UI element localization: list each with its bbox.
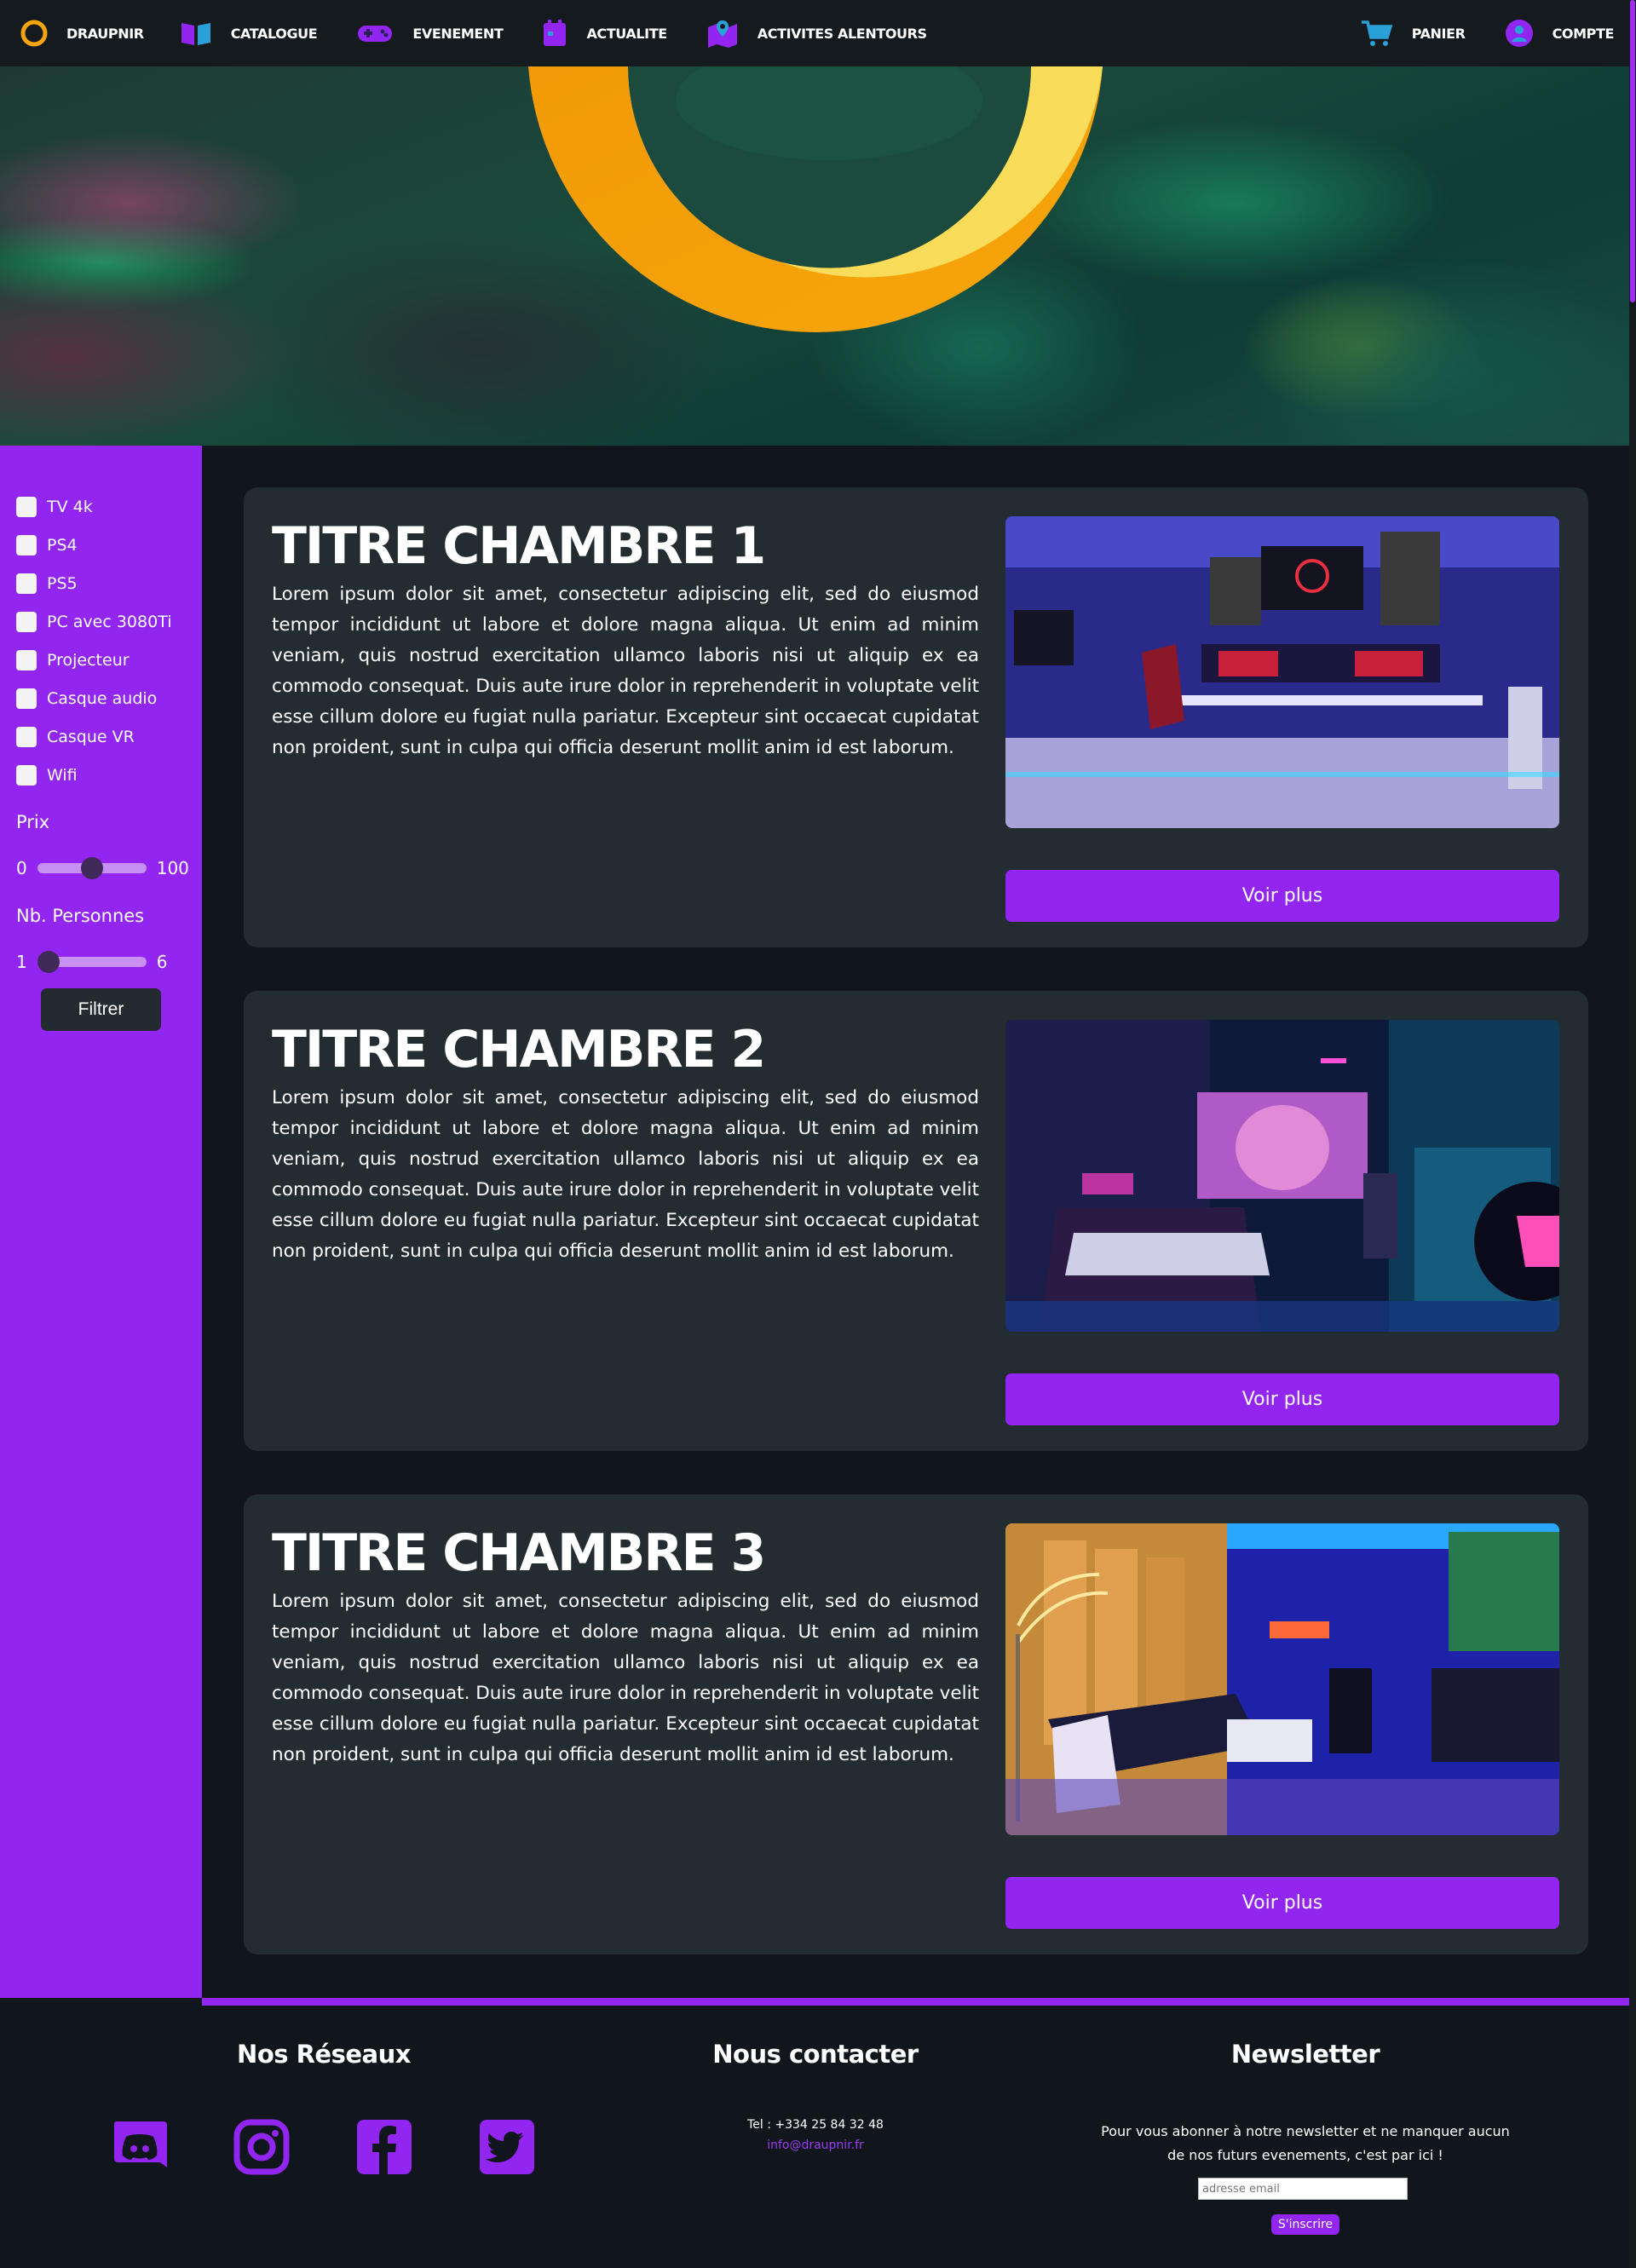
hero-ring-logo (528, 66, 1103, 333)
room-card-2: TITRE CHAMBRE 2 Lorem ipsum dolor sit am… (244, 991, 1588, 1451)
contact-phone: Tel : +334 25 84 32 48 (747, 2118, 884, 2132)
nav-actualite-label: ACTUALITE (586, 25, 667, 42)
newsletter-text-line2: de nos futurs evenements, c'est par ici … (1167, 2147, 1443, 2163)
hero-banner (0, 66, 1629, 446)
newsletter-email-input[interactable] (1198, 2178, 1408, 2200)
price-max: 100 (156, 858, 189, 878)
facebook-icon[interactable] (355, 2118, 413, 2176)
persons-min: 1 (16, 952, 27, 972)
nav-catalogue[interactable]: CATALOGUE (180, 20, 318, 47)
gamepad-icon (358, 26, 393, 42)
subscribe-button[interactable]: S'inscrire (1271, 2214, 1339, 2235)
footer: Nos Réseaux Nous contacter Newsletter Te… (0, 2006, 1629, 2268)
nav-brand-label: DRAUPNIR (66, 25, 144, 42)
book-icon (181, 23, 210, 45)
checkbox-wifi[interactable] (16, 765, 37, 786)
price-range: 0 100 (16, 857, 189, 879)
persons-heading: Nb. Personnes (16, 906, 145, 926)
checkbox-ps5[interactable] (16, 573, 37, 594)
see-more-button[interactable]: Voir plus (1005, 870, 1559, 922)
persons-slider-handle[interactable] (37, 951, 60, 973)
room-description: Lorem ipsum dolor sit amet, consectetur … (272, 1087, 979, 1262)
filter-ps4[interactable]: PS4 (16, 535, 78, 555)
contact-email-link[interactable]: info@draupnir.fr (688, 2138, 943, 2152)
filter-pc3080[interactable]: PC avec 3080Ti (16, 612, 171, 632)
room-card-3: TITRE CHAMBRE 3 Lorem ipsum dolor sit am… (244, 1494, 1588, 1954)
price-slider-handle[interactable] (80, 857, 103, 879)
filter-label-projecteur: Projecteur (47, 651, 130, 670)
footer-accent-bar (202, 1998, 1629, 2006)
nav-evenement-label: EVENEMENT (412, 25, 504, 42)
price-min: 0 (16, 858, 27, 878)
room-description: Lorem ipsum dolor sit amet, consectetur … (272, 1591, 979, 1765)
price-slider[interactable] (37, 857, 147, 879)
map-pin-icon (707, 20, 737, 48)
filter-label-ps4: PS4 (47, 536, 78, 555)
nav-alentours-label: ACTIVITES ALENTOURS (757, 25, 927, 42)
nav-home[interactable]: DRAUPNIR (19, 18, 144, 49)
scrollbar-thumb[interactable] (1630, 0, 1635, 302)
persons-max: 6 (156, 952, 168, 972)
networks-title: Nos Réseaux (237, 2040, 411, 2069)
price-heading: Prix (16, 812, 50, 832)
nav-catalogue-label: CATALOGUE (230, 25, 318, 42)
checkbox-tv4k[interactable] (16, 497, 37, 517)
instagram-icon[interactable] (233, 2118, 291, 2176)
checkbox-casque-audio[interactable] (16, 688, 37, 709)
filter-label-wifi: Wifi (47, 766, 78, 785)
filter-tv4k[interactable]: TV 4k (16, 497, 93, 517)
filter-casque-audio[interactable]: Casque audio (16, 688, 157, 709)
newsletter-text-line1: Pour vous abonner à notre newsletter et … (1101, 2123, 1510, 2139)
discord-icon[interactable] (111, 2118, 169, 2176)
twitter-icon[interactable] (478, 2118, 536, 2176)
newsletter-title: Newsletter (1230, 2040, 1380, 2069)
cart-icon (1361, 20, 1393, 46)
filter-label-pc3080: PC avec 3080Ti (47, 613, 172, 631)
ring-logo-icon (20, 20, 48, 47)
nav-right-group: PANIER COMPTE (1340, 19, 1629, 48)
checkbox-ps4[interactable] (16, 535, 37, 555)
filter-casque-vr[interactable]: Casque VR (16, 727, 135, 747)
room-photo-illustration (1005, 1523, 1559, 1835)
newsletter-text: Pour vous abonner à notre newsletter et … (1050, 2120, 1561, 2167)
nav-evenement[interactable]: EVENEMENT (356, 21, 504, 45)
see-more-button[interactable]: Voir plus (1005, 1877, 1559, 1929)
checkbox-projecteur[interactable] (16, 650, 37, 671)
filter-label-ps5: PS5 (47, 574, 78, 593)
persons-slider[interactable] (37, 951, 147, 973)
room-photo-illustration (1005, 516, 1559, 828)
page-scrollbar[interactable] (1629, 0, 1636, 2268)
room-card-1: TITRE CHAMBRE 1 Lorem ipsum dolor sit am… (244, 487, 1588, 947)
filter-sidebar: TV 4k PS4 PS5 PC avec 3080Ti Projecteur … (0, 446, 202, 1998)
filter-button[interactable]: Filtrer (41, 988, 161, 1031)
top-navbar: DRAUPNIR CATALOGUE EVENEMENT ACTUALITE A… (0, 0, 1629, 66)
checkbox-casque-vr[interactable] (16, 727, 37, 747)
filter-label-casque-audio: Casque audio (47, 689, 158, 708)
filter-projecteur[interactable]: Projecteur (16, 650, 130, 671)
room-title: TITRE CHAMBRE 1 (272, 516, 766, 576)
room-photo-illustration (1005, 1020, 1559, 1332)
nav-actualite[interactable]: ACTUALITE (542, 19, 667, 48)
nav-panier[interactable]: PANIER (1361, 19, 1466, 48)
calendar-icon (544, 20, 567, 46)
room-photo (1005, 1523, 1559, 1835)
room-description: Lorem ipsum dolor sit amet, consectetur … (272, 584, 979, 758)
checkbox-pc3080[interactable] (16, 612, 37, 632)
room-title: TITRE CHAMBRE 3 (272, 1523, 766, 1583)
persons-range: 1 6 (16, 951, 168, 973)
nav-compte-label: COMPTE (1552, 25, 1615, 42)
see-more-button[interactable]: Voir plus (1005, 1373, 1559, 1425)
filter-ps5[interactable]: PS5 (16, 573, 78, 594)
filter-label-casque-vr: Casque VR (47, 728, 135, 746)
room-title: TITRE CHAMBRE 2 (272, 1020, 766, 1079)
filter-label-tv4k: TV 4k (47, 498, 93, 516)
filter-wifi[interactable]: Wifi (16, 765, 78, 786)
user-icon (1505, 20, 1533, 47)
nav-panier-label: PANIER (1411, 25, 1466, 42)
room-photo (1005, 1020, 1559, 1332)
nav-compte[interactable]: COMPTE (1505, 19, 1614, 48)
contact-title: Nous contacter (712, 2040, 919, 2069)
nav-alentours[interactable]: ACTIVITES ALENTOURS (706, 19, 927, 48)
room-photo (1005, 516, 1559, 828)
